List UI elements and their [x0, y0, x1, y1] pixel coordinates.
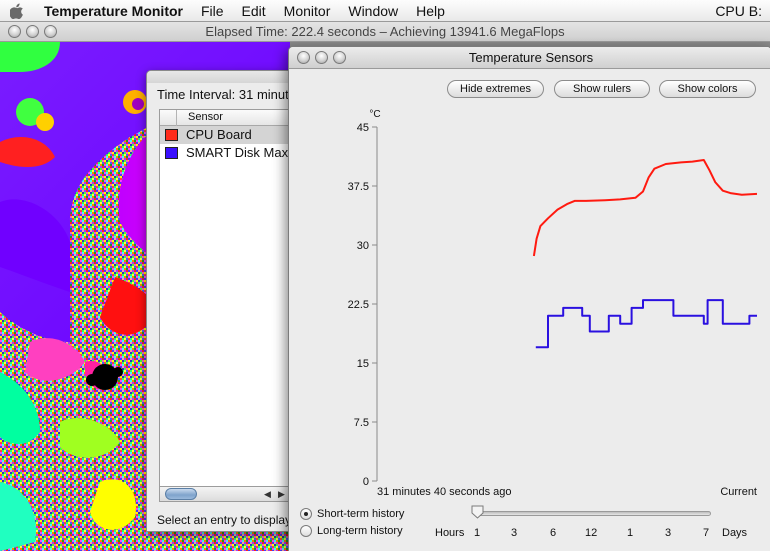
slider-tick-label: 6	[550, 527, 557, 539]
y-tick-label: 22.5	[348, 299, 369, 311]
y-tick-label: 15	[357, 358, 369, 370]
menu-app-name[interactable]: Temperature Monitor	[34, 0, 192, 22]
radio-label: Short-term history	[317, 508, 405, 520]
history-controls: Short-term history Long-term history Hou…	[289, 499, 770, 551]
y-tick-label: 37.5	[348, 181, 369, 193]
y-tick-label: 7.5	[354, 417, 369, 429]
menu-help[interactable]: Help	[407, 0, 454, 22]
sensor-name: CPU Board	[186, 127, 252, 142]
history-slider-track[interactable]	[475, 511, 711, 516]
hours-label: Hours	[435, 527, 465, 539]
slider-tick-label: 3	[665, 527, 672, 539]
apple-icon[interactable]	[0, 0, 34, 22]
list-footer-hint: Select an entry to display	[157, 513, 292, 527]
days-label: Days	[722, 527, 748, 539]
history-slider-thumb[interactable]	[471, 505, 484, 519]
radio-button[interactable]	[300, 508, 312, 520]
y-tick-label: 0	[363, 476, 369, 488]
menu-bar: Temperature Monitor File Edit Monitor Wi…	[0, 0, 770, 22]
column-header-sensor[interactable]: Sensor	[188, 110, 223, 125]
unit-label: °C	[369, 109, 380, 120]
menu-file[interactable]: File	[192, 0, 233, 22]
column-separator	[176, 110, 177, 126]
series-line-cpu-board	[532, 159, 757, 257]
x-label-start: 31 minutes 40 seconds ago	[377, 486, 512, 498]
slider-tick-label: 12	[585, 527, 598, 539]
x-label-end: Current	[720, 486, 757, 498]
radio-label: Long-term history	[317, 525, 403, 537]
scroll-right-arrow-icon[interactable]: ▶	[278, 488, 285, 500]
sensor-name: SMART Disk Maxtor	[186, 145, 304, 160]
short-term-history-option[interactable]: Short-term history	[300, 508, 404, 520]
scrollbar-thumb[interactable]	[165, 488, 197, 500]
elapsed-time-text: Elapsed Time: 222.4 seconds – Achieving …	[205, 24, 565, 39]
menu-monitor[interactable]: Monitor	[275, 0, 340, 22]
background-window-titlebar: Elapsed Time: 222.4 seconds – Achieving …	[0, 22, 770, 42]
slider-tick-label: 1	[627, 527, 634, 539]
window-title: Temperature Sensors	[468, 50, 594, 65]
show-colors-button[interactable]: Show colors	[659, 80, 756, 98]
hide-extremes-button[interactable]: Hide extremes	[447, 80, 544, 98]
temperature-sensors-window: Temperature Sensors Hide extremes Show r…	[288, 46, 770, 551]
long-term-history-option[interactable]: Long-term history	[300, 525, 403, 537]
show-rulers-button[interactable]: Show rulers	[554, 80, 650, 98]
temperature-chart: °C 0 7.5 15 22.5 30 37.5 45 31 minutes 40 second…	[348, 109, 757, 498]
slider-tick-label: 1	[474, 527, 481, 539]
window-titlebar[interactable]: Temperature Sensors	[289, 47, 770, 69]
slider-tick-label: 3	[511, 527, 518, 539]
scroll-left-arrow-icon[interactable]: ◀	[264, 488, 271, 500]
color-swatch	[165, 129, 178, 141]
slider-tick-label: 7	[703, 527, 710, 539]
color-swatch	[165, 147, 178, 159]
menu-window[interactable]: Window	[339, 0, 407, 22]
time-interval-label: Time Interval: 31 minutes	[157, 87, 303, 102]
menubar-status-text: CPU B:	[715, 3, 762, 19]
y-tick-label: 45	[357, 122, 369, 134]
radio-button[interactable]	[300, 525, 312, 537]
menu-edit[interactable]: Edit	[233, 0, 275, 22]
series-line-smart-disk-maxtor	[535, 299, 757, 349]
y-tick-label: 30	[357, 240, 369, 252]
